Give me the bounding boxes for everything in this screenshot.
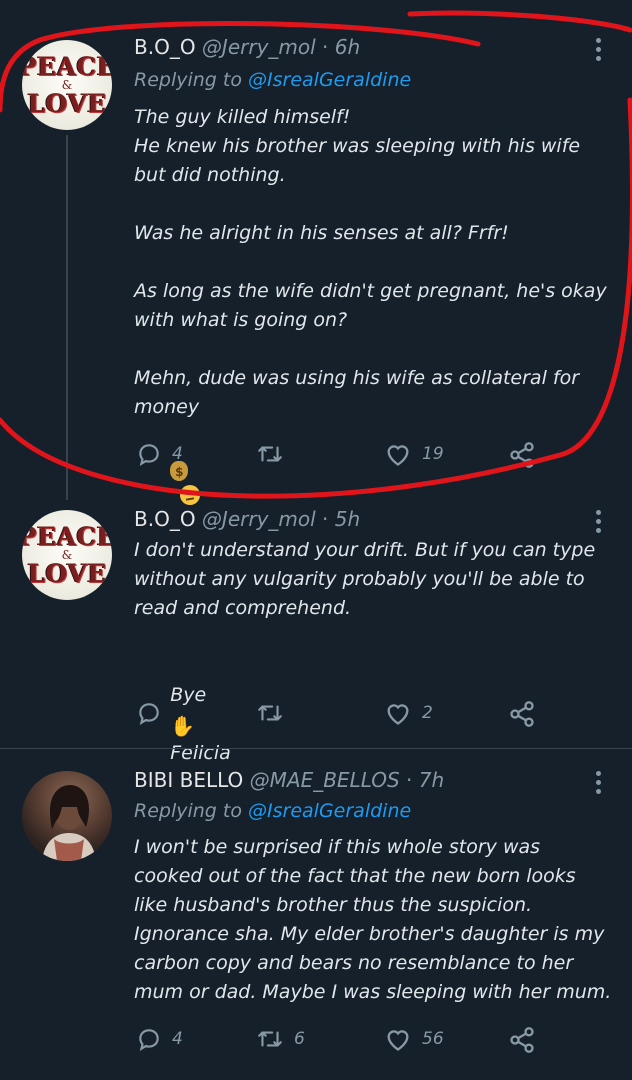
reply-button[interactable]: 4	[136, 1026, 183, 1052]
timestamp[interactable]: 6h	[335, 35, 360, 59]
tweet-actions: 4 19	[134, 441, 544, 471]
like-button[interactable]: 56	[384, 1026, 444, 1052]
tweet-header: B.O_O @Jerry_mol · 6h	[134, 34, 360, 60]
tweet-text: I won't be surprised if this whole story…	[134, 833, 614, 1007]
tweet-header: BIBI BELLO @MAE_BELLOS · 7h	[134, 767, 444, 793]
reply-icon	[139, 703, 159, 726]
tweet-paragraph: I won't be surprised if this whole story…	[134, 836, 612, 1003]
author-handle[interactable]: @Jerry_mol	[202, 507, 316, 531]
author-name[interactable]: B.O_O	[134, 35, 196, 59]
share-icon	[510, 701, 534, 727]
tweet-text: The guy killed himself! He knew his brot…	[134, 103, 614, 540]
retweet-count: 6	[294, 1029, 305, 1049]
author-name[interactable]: B.O_O	[134, 507, 196, 531]
profile-photo-icon	[42, 785, 96, 861]
mention-link[interactable]: @IsrealGeraldine	[248, 69, 411, 91]
tweet-paragraph: Mehn, dude was using his wife as collate…	[134, 367, 586, 418]
separator-dot: ·	[322, 35, 329, 59]
tweet-paragraph: I don't understand your drift. But if yo…	[134, 539, 602, 619]
reply-icon	[139, 1029, 159, 1052]
separator-dot: ·	[406, 768, 413, 792]
like-button[interactable]: 2	[384, 700, 433, 726]
share-icon	[510, 1027, 534, 1053]
retweet-icon	[258, 446, 282, 462]
retweet-button[interactable]	[256, 441, 294, 467]
thread-connector	[66, 135, 68, 500]
more-icon[interactable]	[596, 771, 602, 794]
share-button[interactable]	[508, 1026, 536, 1054]
like-button[interactable]: 19	[384, 441, 444, 467]
tweet-paragraph: Was he alright in his senses at all? Frf…	[134, 222, 509, 244]
tweet-paragraph: As long as the wife didn't get pregnant,…	[134, 280, 613, 331]
share-icon	[510, 442, 534, 468]
share-button[interactable]	[508, 700, 536, 728]
like-icon	[387, 1030, 409, 1051]
author-name[interactable]: BIBI BELLO	[134, 768, 243, 792]
retweet-button[interactable]	[256, 700, 294, 726]
tweet-actions: 2	[134, 700, 544, 730]
like-count: 19	[422, 444, 444, 464]
retweet-icon	[258, 1031, 282, 1047]
avatar-text: PEACE	[22, 522, 112, 551]
replying-label: Replying to	[134, 69, 242, 91]
timestamp[interactable]: 7h	[419, 768, 444, 792]
share-button[interactable]	[508, 441, 536, 469]
reply-count: 4	[172, 444, 183, 464]
replying-to: Replying to @IsrealGeraldine	[134, 69, 411, 91]
replying-to: Replying to @IsrealGeraldine	[134, 800, 411, 822]
like-count: 56	[422, 1029, 444, 1049]
avatar[interactable]	[22, 771, 112, 861]
like-icon	[387, 704, 409, 725]
like-count: 2	[422, 703, 433, 723]
reply-button[interactable]	[136, 700, 172, 726]
avatar[interactable]: PEACE & LOVE	[22, 40, 112, 130]
author-handle[interactable]: @MAE_BELLOS	[250, 768, 400, 792]
tweet-1[interactable]: PEACE & LOVE B.O_O @Jerry_mol · 6h Reply…	[0, 0, 632, 505]
avatar[interactable]: PEACE & LOVE	[22, 510, 112, 600]
avatar-text: LOVE	[27, 559, 107, 588]
retweet-icon	[258, 705, 282, 721]
like-icon	[387, 445, 409, 466]
reply-icon	[139, 444, 159, 467]
tweet-3[interactable]: BIBI BELLO @MAE_BELLOS · 7h Replying to …	[0, 749, 632, 1053]
avatar-text: LOVE	[27, 89, 107, 118]
tweet-2[interactable]: PEACE & LOVE B.O_O @Jerry_mol · 5h I don…	[0, 500, 632, 764]
author-handle[interactable]: @Jerry_mol	[202, 35, 316, 59]
retweet-button[interactable]: 6	[256, 1026, 305, 1052]
tweet-actions: 4 6 56	[134, 1026, 544, 1056]
more-icon[interactable]	[596, 38, 602, 61]
replying-label: Replying to	[134, 800, 242, 822]
more-icon[interactable]	[596, 510, 602, 533]
timestamp[interactable]: 5h	[335, 507, 360, 531]
avatar-text: PEACE	[22, 52, 112, 81]
reply-button[interactable]: 4	[136, 441, 183, 467]
reply-count: 4	[172, 1029, 183, 1049]
tweet-header: B.O_O @Jerry_mol · 5h	[134, 506, 360, 532]
mention-link[interactable]: @IsrealGeraldine	[248, 800, 411, 822]
tweet-paragraph: The guy killed himself! He knew his brot…	[134, 106, 581, 186]
separator-dot: ·	[322, 507, 329, 531]
